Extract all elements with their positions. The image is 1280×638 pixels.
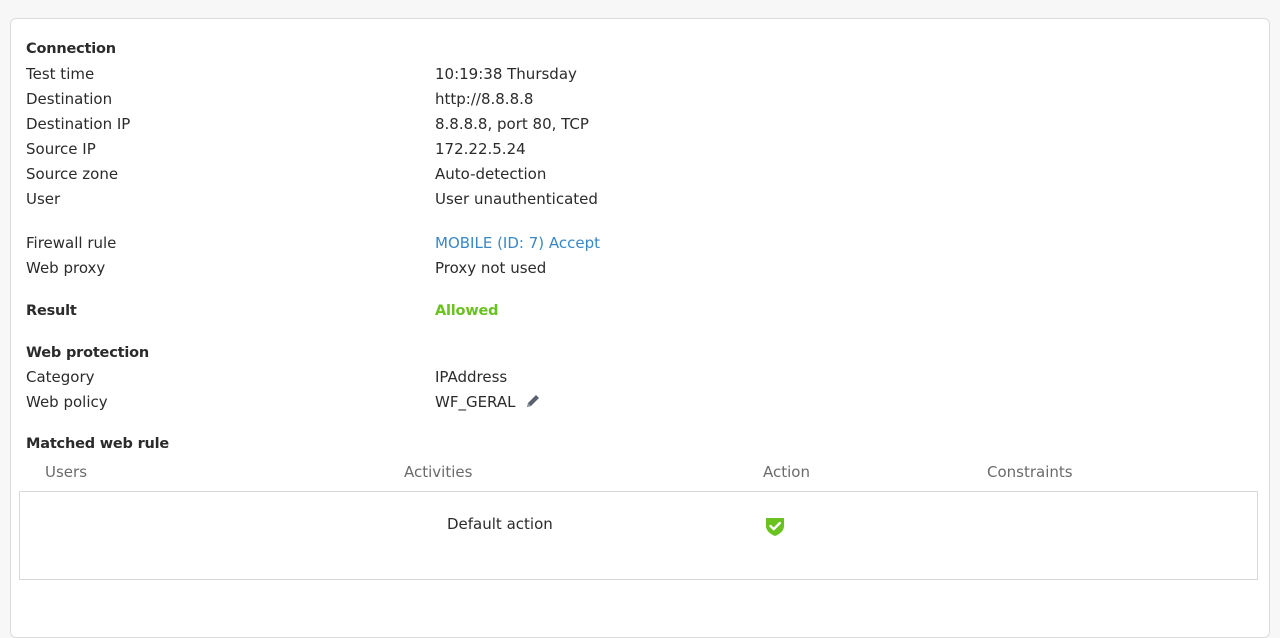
destination-value: http://8.8.8.8 <box>435 90 534 108</box>
column-header-constraints: Constraints <box>987 463 1073 481</box>
firewall-rule-label: Firewall rule <box>26 234 117 252</box>
shield-check-icon <box>764 515 786 537</box>
web-policy-value-group: WF_GERAL <box>435 392 542 412</box>
category-value: IPAddress <box>435 368 508 386</box>
web-policy-value: WF_GERAL <box>435 393 516 411</box>
source-ip-value: 172.22.5.24 <box>435 140 526 158</box>
connection-heading-text: Connection <box>26 41 116 57</box>
user-label: User <box>26 190 61 208</box>
category-label: Category <box>26 368 95 386</box>
matched-rule-table-row: Default action <box>19 491 1258 580</box>
activity-cell: Default action <box>447 515 553 533</box>
source-zone-value: Auto-detection <box>435 165 547 183</box>
column-header-activities: Activities <box>404 463 473 481</box>
result-label: Result <box>26 303 77 319</box>
matched-rule-table-header: Users Activities Action Constraints <box>11 463 1271 483</box>
source-zone-label: Source zone <box>26 165 119 183</box>
destination-label: Destination <box>26 90 113 108</box>
firewall-rule-link[interactable]: MOBILE (ID: 7) Accept <box>435 233 600 253</box>
web-protection-heading-text: Web protection <box>26 345 149 361</box>
test-time-value: 10:19:38 Thursday <box>435 65 577 83</box>
pencil-icon[interactable] <box>524 392 542 410</box>
source-ip-label: Source IP <box>26 140 96 158</box>
destination-ip-value: 8.8.8.8, port 80, TCP <box>435 115 589 133</box>
test-result-panel: Connection Test time 10:19:38 Thursday D… <box>10 18 1270 638</box>
user-value: User unauthenticated <box>435 190 598 208</box>
web-proxy-label: Web proxy <box>26 259 106 277</box>
column-header-action: Action <box>763 463 810 481</box>
destination-ip-label: Destination IP <box>26 115 131 133</box>
web-policy-label: Web policy <box>26 393 108 411</box>
result-status: Allowed <box>435 303 499 319</box>
matched-web-rule-heading-text: Matched web rule <box>26 436 170 452</box>
column-header-users: Users <box>45 463 88 481</box>
web-proxy-value: Proxy not used <box>435 259 547 277</box>
test-time-label: Test time <box>26 65 95 83</box>
